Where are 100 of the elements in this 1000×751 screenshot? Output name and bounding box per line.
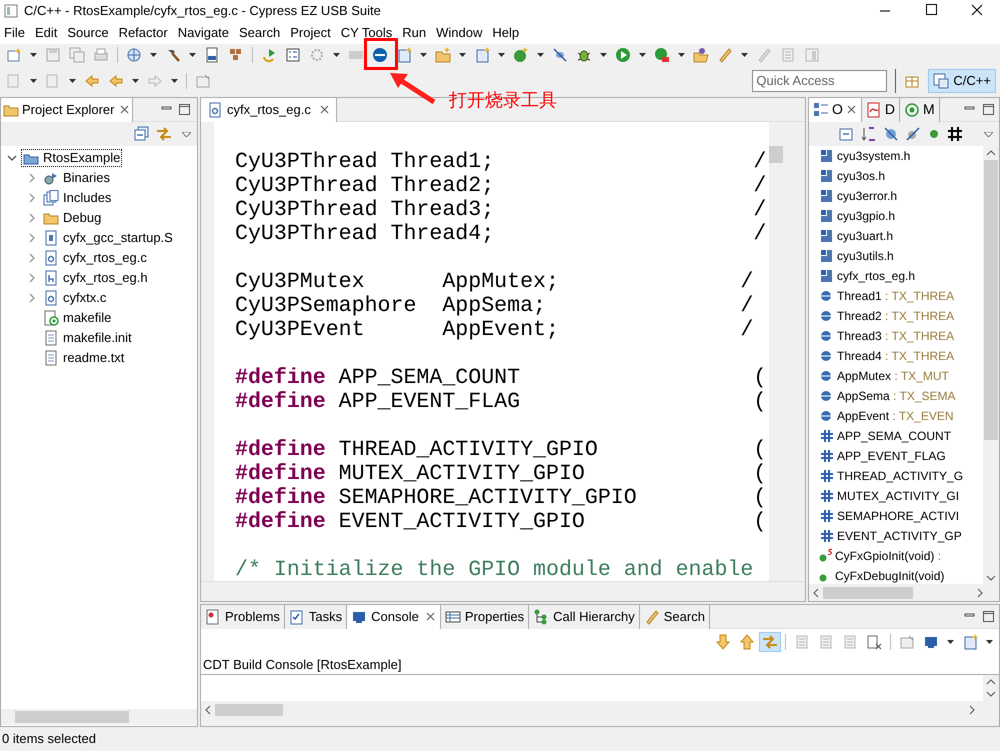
outline-item[interactable]: AppEvent : TX_EVEN [837, 407, 954, 425]
outline-item[interactable]: EVENT_ACTIVITY_GP [837, 527, 962, 545]
toolbar-icon[interactable] [372, 47, 388, 63]
scrollbar-thumb[interactable] [15, 711, 129, 723]
vertical-scrollbar[interactable] [983, 675, 999, 701]
dropdown-caret-icon[interactable] [69, 78, 76, 82]
menu-item[interactable]: Source [63, 23, 113, 43]
horizontal-scrollbar[interactable] [201, 581, 805, 601]
tree-item[interactable]: cyfxtx.c [41, 289, 108, 307]
dropdown-caret-icon[interactable] [189, 53, 196, 57]
menu-item[interactable]: Window [432, 23, 486, 43]
dropdown-caret-icon[interactable] [947, 640, 954, 644]
horizontal-scrollbar[interactable] [1, 709, 197, 725]
outline-item[interactable]: Thread4 : TX_THREA [837, 347, 954, 365]
scroll-right-icon[interactable] [969, 704, 975, 714]
outline-item[interactable]: cyu3utils.h [837, 247, 894, 265]
hash-icon[interactable] [947, 126, 963, 142]
outline-item[interactable]: APP_EVENT_FLAG [837, 447, 946, 465]
scrollbar-thumb[interactable] [984, 160, 998, 440]
dropdown-caret-icon[interactable] [639, 53, 646, 57]
expand-chevron-icon[interactable] [27, 173, 37, 183]
maximize-icon[interactable] [178, 103, 191, 116]
menu-item[interactable]: Search [235, 23, 284, 43]
view-tab[interactable]: Search [640, 604, 710, 628]
expand-chevron-icon[interactable] [27, 233, 37, 243]
toolbar-icon[interactable] [693, 47, 709, 63]
toolbar-icon[interactable] [204, 47, 220, 63]
view-tab[interactable]: Problems [201, 604, 285, 628]
tree-item[interactable]: cyfx_gcc_startup.S [41, 229, 175, 247]
expand-chevron-icon[interactable] [27, 273, 37, 283]
dropdown-caret-icon[interactable] [150, 53, 157, 57]
view-tab[interactable]: D [862, 98, 900, 122]
horizontal-scrollbar[interactable] [809, 584, 999, 601]
view-tab[interactable]: Console [347, 604, 441, 628]
dropdown-caret-icon[interactable] [741, 53, 748, 57]
outline-item[interactable]: cyu3gpio.h [837, 207, 896, 225]
outline-item[interactable]: cyu3os.h [837, 167, 886, 185]
view-tab[interactable]: O [809, 98, 862, 122]
outline-item[interactable]: AppSema : TX_SEMA [837, 387, 956, 405]
collapse-all-icon[interactable] [839, 126, 855, 142]
expand-chevron-icon[interactable] [27, 253, 37, 263]
outline-item[interactable]: Thread3 : TX_THREA [837, 327, 954, 345]
tree-item[interactable]: cyfx_rtos_eg.c [41, 249, 149, 267]
editor-tab[interactable]: cyfx_rtos_eg.c [201, 98, 337, 122]
dropdown-caret-icon[interactable] [537, 53, 544, 57]
expand-chevron-icon[interactable] [27, 193, 37, 203]
scroll-down-icon[interactable] [986, 691, 996, 697]
tree-item[interactable]: Binaries [41, 169, 112, 187]
outline-item[interactable]: THREAD_ACTIVITY_G [837, 467, 964, 485]
dropdown-caret-icon[interactable] [333, 53, 340, 57]
toolbar-icon[interactable] [923, 634, 939, 650]
expand-chevron-icon[interactable] [27, 213, 37, 223]
menu-item[interactable]: Project [286, 23, 335, 43]
scrollbar-thumb[interactable] [823, 586, 913, 598]
scrollbar-thumb[interactable] [769, 146, 783, 163]
outline-item[interactable]: SEMAPHORE_ACTIVI [837, 507, 960, 525]
toolbar-icon[interactable] [866, 634, 882, 650]
tree-item[interactable]: makefile.init [41, 329, 134, 347]
outline-item[interactable]: CyFxDebugInit(void) [835, 567, 944, 584]
link-icon[interactable] [156, 126, 172, 142]
outline-item[interactable]: CyFxGpioInit(void) : [835, 547, 942, 565]
outline-item[interactable]: cyu3uart.h [837, 227, 894, 245]
outline-item[interactable]: cyu3error.h [837, 187, 898, 205]
toolbar-icon[interactable] [285, 47, 301, 63]
maximize-icon[interactable] [982, 103, 995, 116]
view-menu-icon[interactable] [182, 132, 191, 136]
dropdown-caret-icon[interactable] [171, 78, 178, 82]
hide-static-icon[interactable] [905, 126, 921, 142]
scroll-down-icon[interactable] [986, 575, 996, 581]
dropdown-caret-icon[interactable] [678, 53, 685, 57]
outline-item[interactable]: MUTEX_ACTIVITY_GI [837, 487, 960, 505]
menu-item[interactable]: Navigate [174, 23, 234, 43]
scroll-right-icon[interactable] [977, 588, 983, 598]
menu-item[interactable]: Edit [30, 23, 62, 43]
dropdown-caret-icon[interactable] [600, 53, 607, 57]
menu-item[interactable]: Help [488, 23, 524, 43]
perspective-button[interactable]: C/C++ [928, 68, 996, 92]
menu-item[interactable]: Refactor [114, 23, 172, 43]
scrollbar-thumb[interactable] [215, 704, 283, 716]
hide-fields-icon[interactable] [883, 126, 899, 142]
tree-item[interactable]: makefile [41, 309, 114, 327]
dot-icon[interactable] [929, 129, 939, 139]
expand-chevron-icon[interactable] [27, 293, 37, 303]
view-tab[interactable]: M [900, 98, 940, 122]
dropdown-caret-icon[interactable] [420, 53, 427, 57]
scroll-up-icon[interactable] [986, 150, 996, 156]
tree-item[interactable]: Includes [41, 189, 114, 207]
menu-item[interactable]: CY Tools [336, 23, 396, 43]
view-tab[interactable]: Project Explorer [1, 98, 134, 122]
dropdown-caret-icon[interactable] [132, 78, 139, 82]
outline-item[interactable]: Thread1 : TX_THREA [837, 287, 954, 305]
collapse-all-icon[interactable] [134, 126, 150, 142]
menu-item[interactable]: Run [398, 23, 430, 43]
outline-item[interactable]: cyfx_rtos_eg.h [837, 267, 916, 285]
scroll-up-icon[interactable] [986, 679, 996, 685]
dropdown-caret-icon[interactable] [30, 53, 37, 57]
dropdown-caret-icon[interactable] [30, 78, 37, 82]
scroll-left-icon[interactable] [813, 588, 819, 598]
toolbar-icon[interactable] [552, 47, 568, 63]
view-tab[interactable]: Tasks [284, 604, 348, 628]
